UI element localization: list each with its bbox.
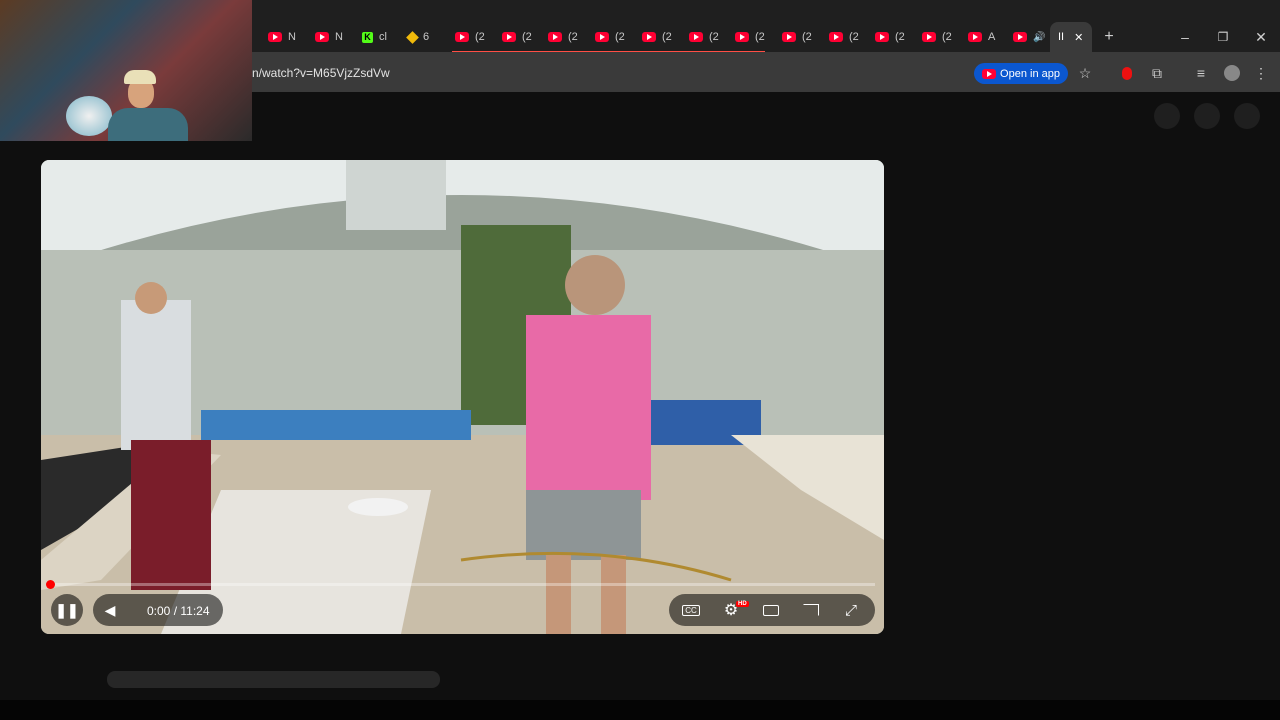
browser-tab[interactable]: N (268, 24, 296, 50)
tab-title: (2 (568, 31, 578, 43)
tab-title: 6 (423, 31, 430, 43)
tab-title: (2 (849, 31, 859, 43)
open-in-app-label: Open in app (1000, 67, 1060, 80)
tab-title: (2 (895, 31, 905, 43)
tab-title: N (288, 31, 296, 43)
fullscreen-button[interactable]: ⤢ (839, 594, 863, 626)
skeleton-button (1234, 103, 1260, 129)
bookmark-star-icon[interactable]: ☆ (1076, 64, 1094, 82)
theater-mode-button[interactable] (759, 594, 783, 626)
youtube-icon (455, 32, 469, 42)
tab-title: (2 (755, 31, 765, 43)
media-queue-icon[interactable]: ≡ (1192, 64, 1210, 82)
tab-title: A (988, 31, 996, 43)
webcam-person-hat (124, 70, 156, 84)
youtube-icon (968, 32, 982, 42)
browser-tab[interactable]: (2 (455, 24, 485, 50)
browser-tab[interactable]: (2 (595, 24, 625, 50)
close-icon[interactable]: ✕ (1074, 31, 1083, 44)
window-close-icon[interactable]: ✕ (1252, 28, 1270, 46)
video-frame (41, 160, 884, 634)
youtube-icon (502, 32, 516, 42)
settings-button[interactable]: ⚙ (719, 594, 743, 626)
youtube-icon (782, 32, 796, 42)
pause-button[interactable]: ❚❚ (51, 594, 83, 626)
youtube-icon (548, 32, 562, 42)
browser-tab[interactable]: (2 (782, 24, 812, 50)
tab-title: (2 (615, 31, 625, 43)
cast-icon (803, 604, 819, 616)
tab-title: (2 (802, 31, 812, 43)
tab-title: (2 (942, 31, 952, 43)
volume-icon: ◀ (104, 601, 116, 618)
cast-button[interactable] (799, 594, 823, 626)
webcam-person-shirt (108, 108, 188, 141)
youtube-icon (922, 32, 936, 42)
video-player[interactable]: ❚❚ ◀ 0:00 / 11:24 CC ⚙ HD ⤢ (41, 160, 884, 634)
speaker-icon: 🔊 (1033, 31, 1046, 43)
restore-icon[interactable]: ❐ (1214, 28, 1232, 46)
profile-avatar-icon[interactable] (1222, 63, 1242, 83)
browser-tab[interactable]: 6 (406, 24, 430, 50)
browser-tab[interactable]: A (968, 24, 995, 50)
youtube-icon (735, 32, 749, 42)
open-in-app-button[interactable]: Open in app (974, 63, 1068, 84)
hd-badge: HD (736, 601, 749, 607)
youtube-icon (982, 68, 997, 79)
kick-icon: K (362, 31, 373, 43)
captions-icon: CC (682, 604, 700, 616)
youtube-icon (642, 32, 656, 42)
extension-red-icon[interactable] (1118, 64, 1136, 82)
subtitles-button[interactable]: CC (679, 594, 703, 626)
browser-tab[interactable]: Kcl (362, 24, 387, 50)
scrubber-handle[interactable] (46, 580, 55, 589)
tab-title: cl (379, 31, 387, 43)
title-skeleton (107, 671, 440, 688)
youtube-icon (689, 32, 703, 42)
browser-tab[interactable]: (2 (642, 24, 672, 50)
browser-tab[interactable]: (2 (829, 24, 859, 50)
webcam-overlay (0, 0, 252, 141)
browser-tab[interactable]: N (315, 24, 343, 50)
taskbar-strip (0, 700, 1280, 720)
time-display: 0:00 / 11:24 (147, 604, 210, 618)
minimize-icon[interactable]: – (1176, 28, 1194, 46)
fullscreen-icon: ⤢ (844, 601, 857, 619)
youtube-icon (1013, 32, 1027, 42)
youtube-icon (595, 32, 609, 42)
tab-title: (2 (522, 31, 532, 43)
extensions-puzzle-icon[interactable]: ⧉ (1148, 64, 1166, 82)
webcam-decor (66, 96, 112, 136)
tab-title: (2 (662, 31, 672, 43)
browser-tab[interactable]: (2 (548, 24, 578, 50)
skeleton-button (1154, 103, 1180, 129)
tab-title: (2 (709, 31, 719, 43)
tab-title: II (1058, 31, 1065, 43)
active-tab-content: II ✕ (1058, 24, 1083, 50)
youtube-icon (829, 32, 843, 42)
tab-title: (2 (475, 31, 485, 43)
progress-track[interactable] (49, 583, 875, 586)
binance-icon (406, 30, 419, 44)
volume-button[interactable]: ◀ (97, 594, 123, 626)
youtube-icon (875, 32, 889, 42)
browser-tab[interactable]: (2 (502, 24, 532, 50)
url-field[interactable]: n/watch?v=M65VjzZsdVw (252, 66, 390, 80)
browser-tab[interactable]: (2 (875, 24, 905, 50)
skeleton-button (1194, 103, 1220, 129)
pause-icon: ❚❚ (55, 601, 79, 618)
browser-tab-audio[interactable]: 🔊 (1013, 24, 1045, 50)
tab-title: N (335, 31, 343, 43)
browser-tab[interactable]: (2 (735, 24, 765, 50)
menu-kebab-icon[interactable]: ⋮ (1252, 64, 1270, 82)
new-tab-icon[interactable]: + (1100, 28, 1118, 46)
youtube-icon (315, 32, 329, 42)
youtube-icon (268, 32, 282, 42)
browser-tab[interactable]: (2 (689, 24, 719, 50)
browser-tab[interactable]: (2 (922, 24, 952, 50)
theater-icon (763, 604, 779, 616)
